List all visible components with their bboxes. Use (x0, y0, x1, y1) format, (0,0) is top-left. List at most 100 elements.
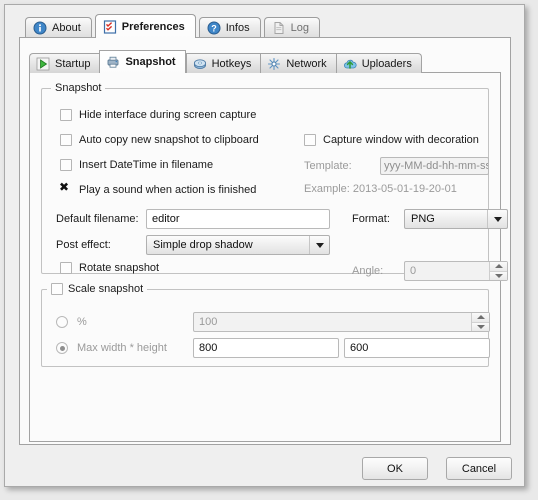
maxwh-label: Max width * height (77, 342, 167, 354)
format-row: Format: PNG (352, 209, 508, 229)
tab-snapshot-label: Snapshot (125, 56, 176, 68)
max-width-input[interactable]: 800 (193, 338, 339, 358)
default-filename-label: Default filename: (56, 213, 139, 225)
template-input[interactable]: yyy-MM-dd-hh-mm-ss (380, 157, 489, 175)
hide-interface-checkbox[interactable] (60, 109, 72, 121)
triangle-up-icon (476, 315, 485, 320)
angle-label: Angle: (352, 265, 384, 277)
document-icon (274, 22, 284, 34)
tab-hotkeys[interactable]: Hotkeys (185, 53, 261, 73)
rotate-snapshot-checkbox-row[interactable]: Rotate snapshot (60, 262, 159, 274)
checklist-icon (103, 19, 116, 34)
hide-interface-checkbox-row[interactable]: Hide interface during screen capture (60, 109, 256, 121)
triangle-down-icon (494, 273, 503, 278)
camera-printer-icon (108, 56, 119, 68)
tab-network-label: Network (286, 57, 327, 70)
maxwh-radio-row[interactable]: Max width * height 800 600 (56, 338, 490, 358)
percent-spinner[interactable]: 100 (193, 312, 490, 332)
insert-datetime-checkbox[interactable] (60, 159, 72, 171)
post-effect-label: Post effect: (56, 239, 111, 251)
percent-spinner-up[interactable] (472, 313, 489, 323)
percent-radio[interactable] (56, 316, 68, 328)
preferences-window: About Preferences ? Infos Log Startup Sn… (4, 4, 525, 487)
template-row: Template: yyy-MM-dd-hh-mm-ss (304, 157, 489, 175)
ok-button-label: OK (387, 462, 403, 475)
tab-preferences-label: Preferences (121, 20, 185, 33)
cancel-button[interactable]: Cancel (446, 457, 512, 480)
tab-network[interactable]: Network (260, 53, 336, 73)
max-height-input[interactable]: 600 (344, 338, 490, 358)
format-dropdown-arrow[interactable] (487, 210, 507, 228)
auto-copy-label: Auto copy new snapshot to clipboard (79, 134, 259, 146)
maxwh-radio[interactable] (56, 342, 68, 354)
post-effect-row: Post effect: Simple drop shadow (56, 235, 330, 255)
tab-startup-label: Startup (55, 57, 91, 70)
template-input-value: yyy-MM-dd-hh-mm-ss (384, 160, 489, 172)
format-dropdown[interactable]: PNG (404, 209, 508, 229)
capture-decoration-checkbox-row[interactable]: Capture window with decoration (304, 134, 479, 146)
format-value: PNG (411, 213, 435, 225)
percent-label: % (77, 316, 87, 328)
network-star-icon (268, 57, 281, 70)
help-circle-icon: ? (207, 21, 221, 35)
scale-snapshot-label-text: Scale snapshot (68, 283, 144, 295)
max-height-value: 600 (350, 342, 369, 354)
green-play-icon (36, 57, 50, 70)
blue-disc-icon (193, 58, 206, 69)
template-label: Template: (304, 160, 352, 172)
rotate-snapshot-label: Rotate snapshot (79, 262, 160, 274)
triangle-down-icon (476, 324, 485, 329)
default-filename-value: editor (152, 213, 180, 225)
svg-text:?: ? (211, 23, 217, 33)
tab-uploaders[interactable]: Uploaders (335, 53, 422, 73)
percent-radio-row[interactable]: % 100 (56, 312, 490, 332)
post-effect-dropdown-arrow[interactable] (309, 236, 329, 254)
default-filename-row: Default filename: editor (56, 209, 330, 229)
play-sound-checkbox-row[interactable]: Play a sound when action is finished (59, 181, 256, 196)
info-circle-icon (33, 21, 47, 35)
template-example: Example: 2013-05-01-19-20-01 (304, 183, 457, 195)
tab-preferences[interactable]: Preferences (94, 14, 196, 38)
angle-value: 0 (410, 265, 417, 277)
snapshot-settings-panel: Snapshot Hide interface during screen ca… (29, 72, 508, 442)
max-width-value: 800 (199, 342, 218, 354)
tab-log[interactable]: Log (263, 17, 320, 38)
ok-button[interactable]: OK (362, 457, 428, 480)
post-effect-value: Simple drop shadow (153, 239, 253, 251)
insert-datetime-checkbox-row[interactable]: Insert DateTime in filename (60, 159, 213, 171)
auto-copy-checkbox-row[interactable]: Auto copy new snapshot to clipboard (60, 134, 259, 146)
angle-spinner-up[interactable] (490, 262, 507, 272)
auto-copy-checkbox[interactable] (60, 134, 72, 146)
scale-snapshot-group-label[interactable]: Scale snapshot (47, 283, 148, 295)
triangle-up-icon (494, 264, 503, 269)
capture-decoration-checkbox[interactable] (304, 134, 316, 146)
tab-snapshot[interactable]: Snapshot (99, 50, 186, 73)
angle-spinner-buttons[interactable] (489, 262, 507, 280)
percent-spinner-down[interactable] (472, 322, 489, 331)
tab-log-label: Log (290, 22, 309, 34)
snapshot-group-label: Snapshot (51, 82, 106, 94)
angle-spinner-down[interactable] (490, 271, 507, 280)
post-effect-dropdown[interactable]: Simple drop shadow (146, 235, 330, 255)
insert-datetime-label: Insert DateTime in filename (79, 159, 214, 171)
chevron-down-icon (493, 216, 502, 222)
tab-startup[interactable]: Startup (29, 53, 100, 73)
tab-infos-label: Infos (225, 22, 250, 34)
hide-interface-label: Hide interface during screen capture (79, 109, 257, 121)
cancel-button-label: Cancel (461, 462, 497, 475)
scale-snapshot-checkbox[interactable] (51, 283, 63, 295)
template-example-row: Example: 2013-05-01-19-20-01 (304, 183, 457, 195)
tab-about[interactable]: About (25, 17, 92, 38)
angle-row: Angle: 0 (352, 261, 508, 281)
rotate-snapshot-checkbox[interactable] (60, 262, 72, 274)
capture-decoration-label: Capture window with decoration (323, 134, 479, 146)
tab-infos[interactable]: ? Infos (198, 17, 261, 38)
scale-snapshot-group: Scale snapshot % 100 Max width * height … (41, 283, 490, 367)
play-sound-checkbox[interactable] (59, 181, 72, 196)
default-filename-input[interactable]: editor (146, 209, 330, 229)
snapshot-group: Snapshot Hide interface during screen ca… (41, 82, 508, 281)
cloud-upload-icon (343, 59, 357, 69)
format-label: Format: (352, 213, 390, 225)
angle-spinner[interactable]: 0 (404, 261, 508, 281)
percent-spinner-buttons[interactable] (471, 313, 489, 331)
